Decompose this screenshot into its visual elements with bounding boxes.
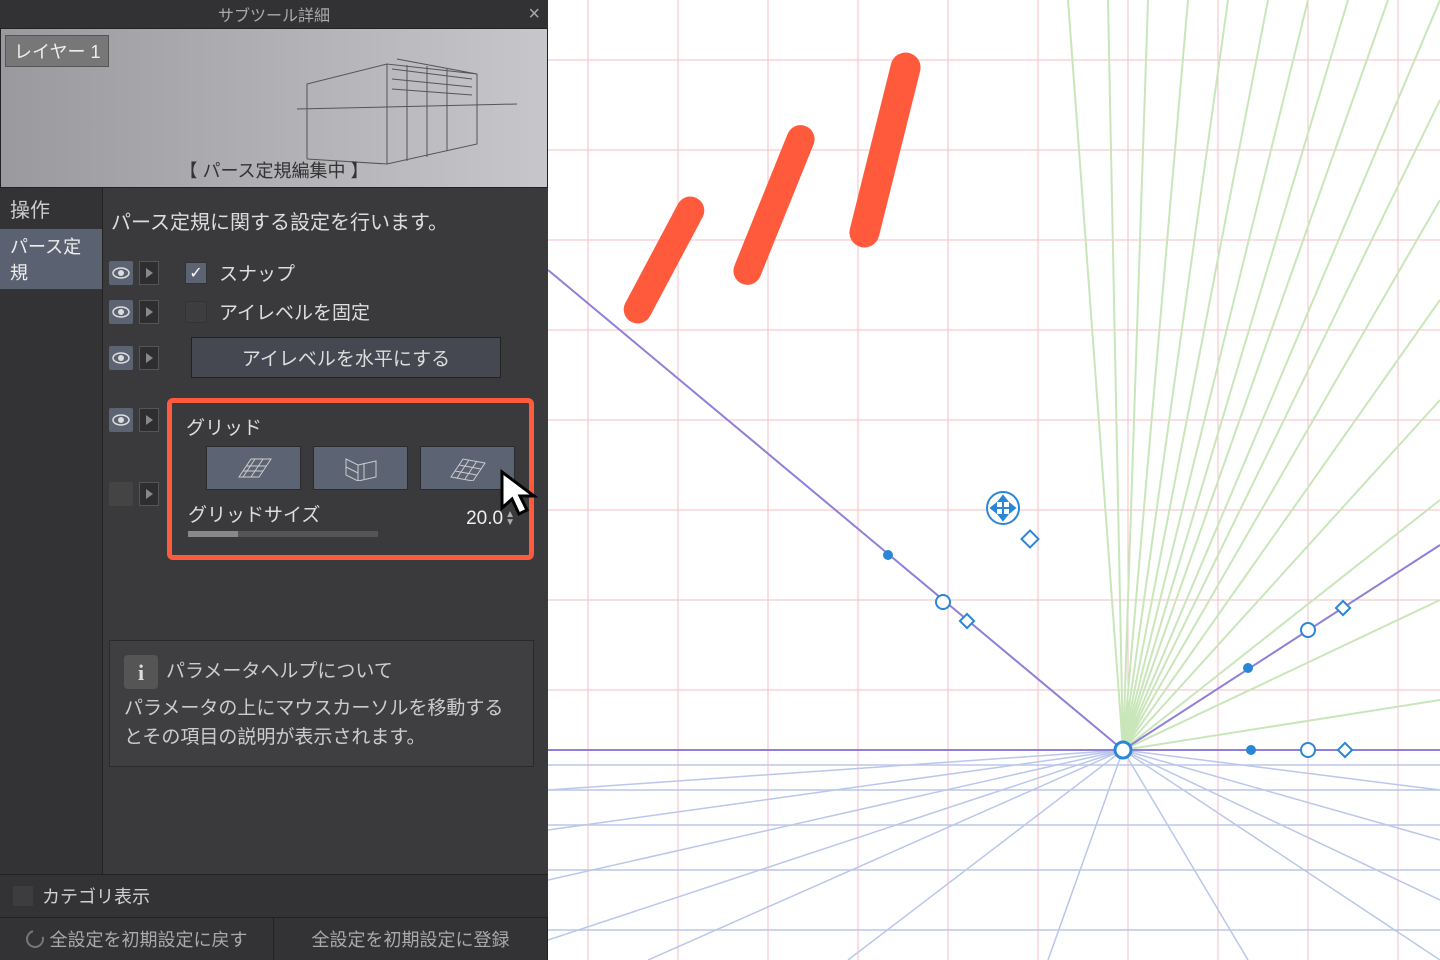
- snap-label: スナップ: [219, 259, 295, 286]
- grid-plane-xz-button[interactable]: [420, 446, 515, 490]
- help-title: パラメータヘルプについて: [166, 658, 393, 687]
- expand-triangle-icon[interactable]: [139, 408, 159, 432]
- layer-name-tag: レイヤー 1: [5, 35, 109, 67]
- sidebar-header: 操作: [0, 188, 102, 229]
- panel-footer: カテゴリ表示 全設定を初期設定に戻す 全設定を初期設定に登録: [0, 874, 548, 960]
- grid-size-label: グリッドサイズ: [188, 500, 378, 527]
- subtool-detail-panel: サブツール詳細 × レイヤー 1 【 パース定規編集中 】 操作 パース定規 パ…: [0, 0, 548, 960]
- info-icon: i: [124, 655, 158, 689]
- preview-thumbnail: レイヤー 1 【 パース定規編集中 】: [0, 28, 548, 188]
- grid-size-slider[interactable]: [188, 531, 378, 537]
- expand-triangle-icon[interactable]: [139, 482, 159, 506]
- preview-status-label: 【 パース定規編集中 】: [179, 157, 368, 183]
- reset-icon: [22, 927, 47, 952]
- grid-plane-yz-button[interactable]: [313, 446, 408, 490]
- settings-area: パース定規に関する設定を行います。 ✓ スナップ アイレベルを固定 アイレベルを: [103, 188, 548, 878]
- help-body: パラメータの上にマウスカーソルを移動するとその項目の説明が表示されます。: [124, 695, 519, 752]
- eyelevel-fix-label: アイレベルを固定: [219, 298, 370, 325]
- category-display-checkbox[interactable]: [12, 885, 34, 907]
- visibility-eye-icon[interactable]: [109, 408, 133, 432]
- canvas-viewport[interactable]: [548, 0, 1440, 960]
- panel-title: サブツール詳細: [218, 2, 330, 26]
- close-icon[interactable]: ×: [528, 3, 540, 26]
- snap-checkbox[interactable]: ✓: [185, 262, 207, 284]
- spinner-icon[interactable]: ▲▼: [505, 511, 515, 527]
- visibility-eye-icon[interactable]: [109, 346, 133, 370]
- visibility-eye-icon[interactable]: [109, 482, 133, 506]
- expand-triangle-icon[interactable]: [139, 300, 159, 324]
- eyelevel-horizontal-button[interactable]: アイレベルを水平にする: [191, 337, 501, 378]
- visibility-eye-icon[interactable]: [109, 300, 133, 324]
- grid-settings-highlight: グリッド グリッドサイズ 20.0 ▲▼: [167, 398, 534, 560]
- eyelevel-fix-checkbox[interactable]: [185, 301, 207, 323]
- panel-titlebar[interactable]: サブツール詳細 ×: [0, 0, 548, 28]
- expand-triangle-icon[interactable]: [139, 346, 159, 370]
- perspective-grid-svg: [548, 0, 1440, 960]
- grid-label: グリッド: [186, 413, 515, 440]
- settings-description: パース定規に関する設定を行います。: [111, 206, 532, 235]
- reset-all-button[interactable]: 全設定を初期設定に戻す: [0, 918, 274, 960]
- register-all-button[interactable]: 全設定を初期設定に登録: [274, 918, 548, 960]
- category-display-label: カテゴリ表示: [42, 883, 150, 909]
- parameter-help-box: i パラメータヘルプについて パラメータの上にマウスカーソルを移動するとその項目…: [109, 640, 534, 767]
- eyelevel-fix-row: アイレベルを固定: [109, 298, 534, 325]
- grid-size-value[interactable]: 20.0 ▲▼: [466, 508, 515, 530]
- eyelevel-horiz-row: アイレベルを水平にする: [109, 337, 534, 378]
- sidebar-item-perspective-ruler[interactable]: パース定規: [0, 229, 102, 289]
- category-sidebar: 操作 パース定規: [0, 188, 103, 878]
- expand-triangle-icon[interactable]: [139, 261, 159, 285]
- grid-plane-xy-button[interactable]: [206, 446, 301, 490]
- visibility-eye-icon[interactable]: [109, 261, 133, 285]
- snap-row: ✓ スナップ: [109, 259, 534, 286]
